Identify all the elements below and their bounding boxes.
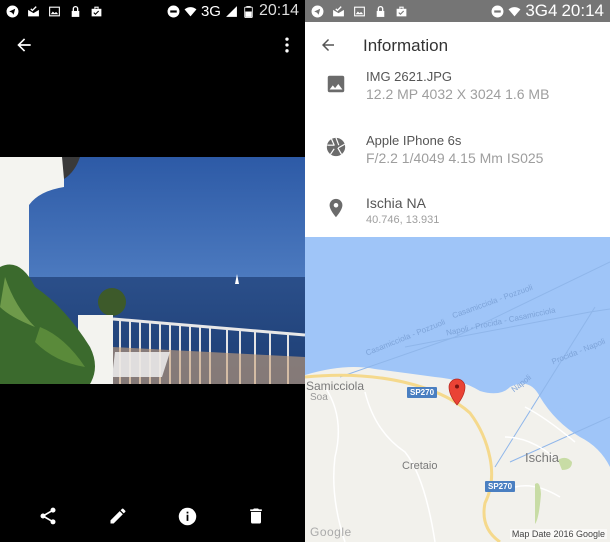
lock-icon: [69, 5, 82, 18]
share-icon: [40, 507, 56, 525]
more-options-button[interactable]: [277, 34, 297, 56]
photo-viewer-screen: 3G 20:14: [0, 0, 305, 542]
status-bar: 3G4 20:14: [305, 0, 610, 22]
do-not-disturb-icon: [167, 5, 180, 18]
clock: 20:14: [258, 2, 299, 19]
info-screen: 3G4 20:14 Information IMG 2621.JPG 12.2 …: [305, 0, 610, 542]
road-shield: SP270: [485, 481, 516, 492]
mail-check-icon: [332, 5, 345, 18]
file-info-row: IMG 2621.JPG 12.2 MP 4032 X 3024 1.6 MB: [305, 68, 610, 118]
telegram-icon: [311, 5, 324, 18]
trash-icon: [250, 508, 262, 524]
location-info-row[interactable]: Ischia NA 40.746, 13.931: [305, 194, 610, 234]
more-vert-icon: [285, 37, 289, 53]
network-type: 3G4: [525, 1, 558, 20]
camera-settings: F/2.2 1/4049 4.15 Mm IS025: [366, 150, 544, 166]
status-bar: 3G 20:14: [0, 0, 305, 22]
delete-button[interactable]: [244, 504, 268, 528]
coordinates: 40.746, 13.931: [366, 214, 440, 226]
arrow-back-icon: [17, 38, 31, 52]
clock: 20:14: [561, 1, 604, 20]
location-pin-icon: [325, 197, 347, 219]
map-label-town: Cretaio: [402, 460, 438, 472]
aperture-icon: [325, 136, 347, 158]
google-logo: Google: [310, 525, 352, 539]
image-icon: [353, 5, 366, 18]
camera-info-row: Apple IPhone 6s F/2.2 1/4049 4.15 Mm IS0…: [305, 130, 610, 180]
signal-icon: [225, 5, 238, 18]
image-icon: [325, 73, 347, 95]
file-name: IMG 2621.JPG: [366, 69, 452, 84]
do-not-disturb-icon: [491, 5, 504, 18]
briefcase-check-icon: [90, 5, 103, 18]
info-icon: [178, 507, 196, 525]
file-details: 12.2 MP 4032 X 3024 1.6 MB: [366, 86, 550, 102]
map-attribution[interactable]: Map Date 2016 Google: [509, 529, 607, 539]
map-label-town: Soa: [310, 392, 328, 403]
wifi-icon: [184, 5, 197, 18]
pencil-icon: [110, 508, 126, 524]
camera-model: Apple IPhone 6s: [366, 133, 462, 148]
info-header: Information: [305, 22, 610, 68]
location-map[interactable]: Casamicciola - Pozzuoli Casamicciola - P…: [305, 237, 610, 542]
info-button[interactable]: [175, 504, 199, 528]
lock-icon: [374, 5, 387, 18]
photo-action-bar: [0, 490, 305, 542]
telegram-icon: [6, 5, 19, 18]
share-button[interactable]: [36, 504, 60, 528]
page-title: Information: [363, 36, 449, 55]
wifi-icon: [508, 5, 521, 18]
map-label-town: Samicciola: [306, 379, 365, 393]
location-name: Ischia NA: [366, 195, 426, 211]
road-shield: SP270: [407, 387, 438, 398]
briefcase-check-icon: [395, 5, 408, 18]
battery-icon: [242, 5, 255, 18]
map-label-town: Ischia: [525, 450, 559, 465]
photo-image: [0, 157, 305, 384]
network-type: 3G: [200, 2, 221, 20]
arrow-back-icon: [322, 39, 334, 51]
photo[interactable]: [0, 157, 305, 384]
image-icon: [48, 5, 61, 18]
mail-check-icon: [27, 5, 40, 18]
back-button[interactable]: [317, 34, 339, 56]
back-button[interactable]: [12, 34, 36, 56]
edit-button[interactable]: [106, 504, 130, 528]
